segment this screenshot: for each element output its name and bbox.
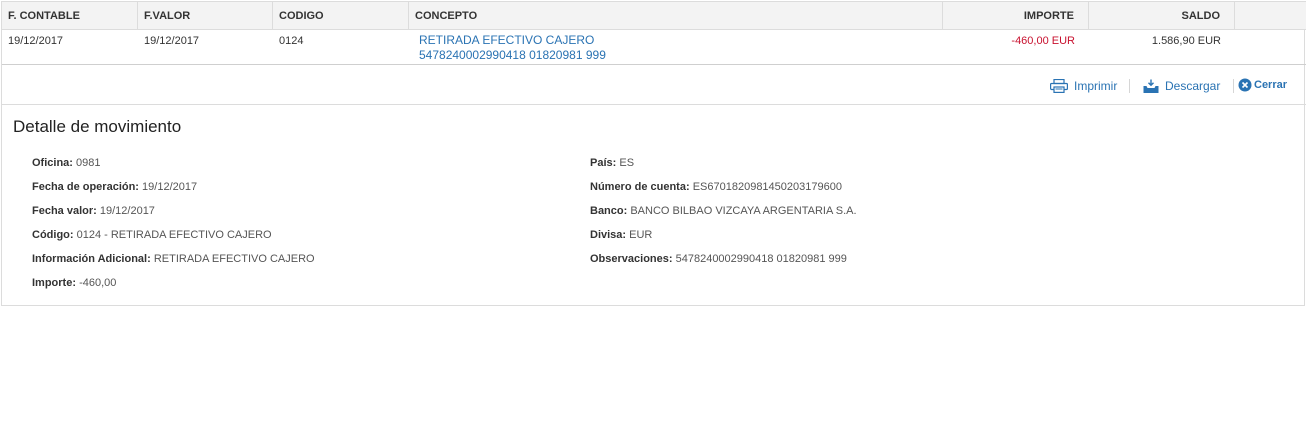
field-label: Observaciones: [590, 253, 673, 265]
movements-panel: F. CONTABLE F.VALOR CODIGO CONCEPTO IMPO… [1, 1, 1306, 306]
close-label: Cerrar [1254, 79, 1288, 91]
table-row[interactable]: 19/12/2017 19/12/2017 0124 RETIRADA EFEC… [2, 30, 1306, 65]
divider [1233, 79, 1234, 93]
field-label: Información Adicional: [32, 253, 151, 265]
actions-bar: Imprimir Descargar Cerrar [2, 65, 1306, 105]
cell-saldo: 1.586,90 EUR [1151, 35, 1221, 47]
field-label: Fecha de operación: [32, 181, 139, 193]
col-header-saldo[interactable]: SALDO [1089, 2, 1235, 30]
detail-field-importe: Importe: -460,00 [32, 277, 116, 289]
detail-field-pais: País: ES [590, 157, 634, 169]
cell-f-contable: 19/12/2017 [8, 35, 64, 47]
col-header-importe[interactable]: IMPORTE [943, 2, 1089, 30]
download-tray-icon [1143, 79, 1159, 93]
field-value: 19/12/2017 [99, 205, 155, 217]
field-value: ES6701820981450203179600 [692, 181, 842, 193]
field-label: Divisa: [590, 229, 627, 241]
field-value: -460,00 [79, 277, 117, 289]
download-button[interactable]: Descargar [1143, 78, 1220, 94]
field-value: 19/12/2017 [142, 181, 198, 193]
field-label: Importe: [32, 277, 76, 289]
concepto-link-line2[interactable]: 5478240002990418 01820981 999 [419, 48, 937, 63]
detail-field-fecha-operacion: Fecha de operación: 19/12/2017 [32, 181, 197, 193]
col-header-codigo[interactable]: CODIGO [273, 2, 409, 30]
field-label: Fecha valor: [32, 205, 97, 217]
field-value: BANCO BILBAO VIZCAYA ARGENTARIA S.A. [630, 205, 857, 217]
concepto-link-line1[interactable]: RETIRADA EFECTIVO CAJERO [419, 33, 937, 48]
col-header-concepto[interactable]: CONCEPTO [409, 2, 943, 30]
field-value: ES [619, 157, 635, 169]
divider [1129, 79, 1130, 93]
print-label: Imprimir [1074, 79, 1118, 93]
detail-field-divisa: Divisa: EUR [590, 229, 652, 241]
field-label: Oficina: [32, 157, 73, 169]
field-label: País: [590, 157, 617, 169]
field-label: Banco: [590, 205, 628, 217]
cell-importe: -460,00 EUR [1011, 35, 1075, 47]
detail-field-observaciones: Observaciones: 5478240002990418 01820981… [590, 253, 847, 265]
cell-f-valor: 19/12/2017 [144, 35, 200, 47]
field-label: Código: [32, 229, 74, 241]
close-button[interactable]: Cerrar [1238, 77, 1287, 93]
detail-field-banco: Banco: BANCO BILBAO VIZCAYA ARGENTARIA S… [590, 205, 857, 217]
field-label: Número de cuenta: [590, 181, 690, 193]
field-value: 5478240002990418 01820981 999 [675, 253, 847, 265]
detail-field-codigo: Código: 0124 - RETIRADA EFECTIVO CAJERO [32, 229, 272, 241]
cell-codigo: 0124 [279, 35, 304, 47]
detail-title: Detalle de movimiento [13, 117, 182, 136]
field-value: 0124 - RETIRADA EFECTIVO CAJERO [76, 229, 272, 241]
field-value: EUR [629, 229, 653, 241]
col-header-f-valor[interactable]: F.VALOR [138, 2, 273, 30]
detail-field-informacion-adicional: Información Adicional: RETIRADA EFECTIVO… [32, 253, 315, 265]
close-circle-icon [1238, 78, 1252, 92]
detail-field-oficina: Oficina: 0981 [32, 157, 101, 169]
table-header: F. CONTABLE F.VALOR CODIGO CONCEPTO IMPO… [2, 1, 1306, 30]
printer-icon [1050, 79, 1068, 93]
field-value: RETIRADA EFECTIVO CAJERO [153, 253, 315, 265]
col-header-f-contable[interactable]: F. CONTABLE [2, 2, 138, 30]
download-label: Descargar [1165, 79, 1221, 93]
field-value: 0981 [76, 157, 101, 169]
detail-field-fecha-valor: Fecha valor: 19/12/2017 [32, 205, 155, 217]
cell-concepto: RETIRADA EFECTIVO CAJERO 547824000299041… [413, 30, 943, 64]
print-button[interactable]: Imprimir [1050, 78, 1117, 94]
detail-field-numero-cuenta: Número de cuenta: ES67018209814502031796… [590, 181, 842, 193]
